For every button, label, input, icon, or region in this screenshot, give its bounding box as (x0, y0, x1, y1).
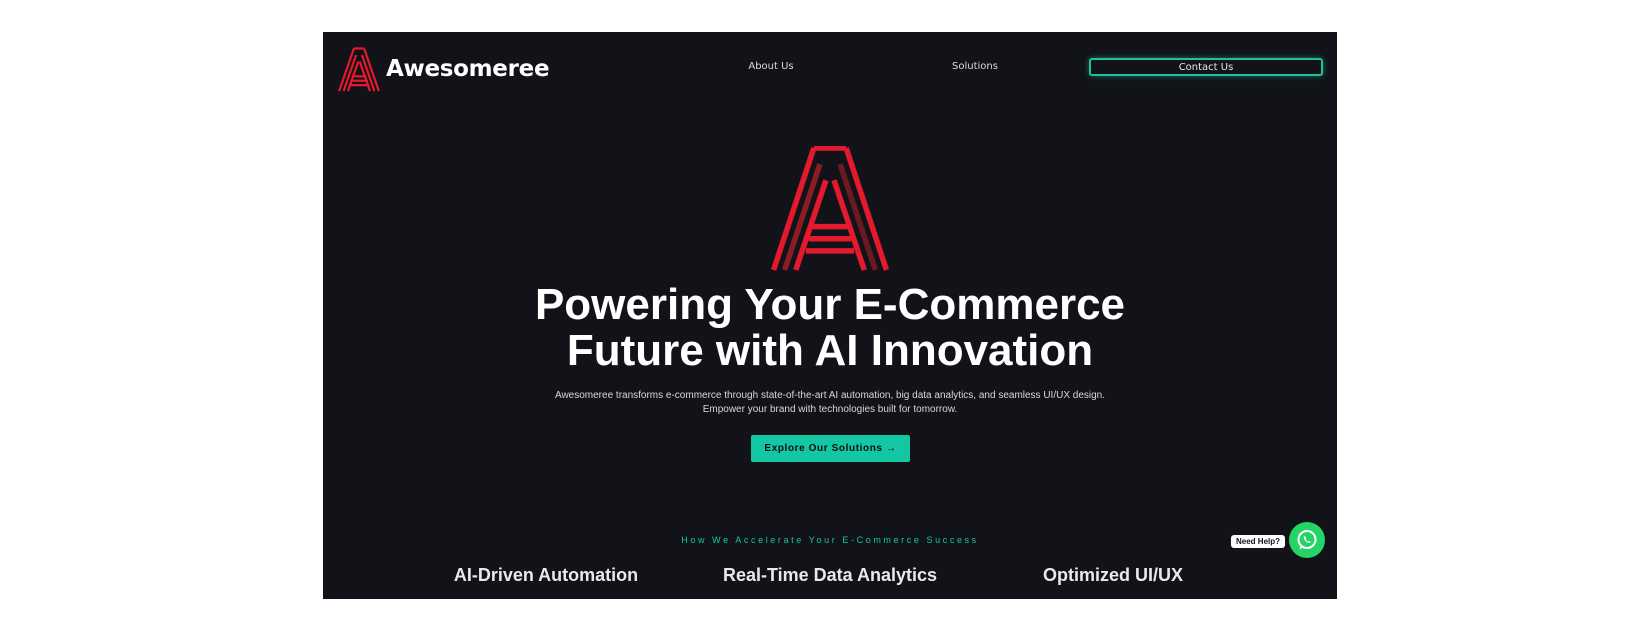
hero-title-line-2: Future with AI Innovation (566, 326, 1094, 375)
brand-name: Awesomeree (386, 56, 550, 82)
need-help-label[interactable]: Need Help? (1231, 535, 1286, 548)
feature-title-ui-ux: Optimized UI/UX (1042, 565, 1184, 585)
nav-about-us[interactable]: About Us (748, 61, 793, 72)
whatsapp-button[interactable] (1289, 522, 1325, 558)
hero-title-line-1: Powering Your E-Commerce (534, 280, 1126, 329)
hero-subtitle-line-2: Empower your brand with technologies bui… (702, 404, 958, 415)
nav-solutions[interactable]: Solutions (952, 61, 998, 72)
awesomeree-hero-logo-icon (770, 146, 890, 271)
hero-title: Powering Your E-Commerce Future with AI … (323, 282, 1337, 374)
brand[interactable]: Awesomeree (337, 46, 550, 92)
hero-subtitle-line-1: Awesomeree transforms e-commerce through… (554, 390, 1106, 401)
feature-title-ai-automation: AI-Driven Automation (453, 565, 639, 585)
explore-solutions-button[interactable]: Explore Our Solutions → (751, 435, 910, 462)
page-frame: Awesomeree About Us Solutions Contact Us… (323, 32, 1337, 599)
section-tagline: How We Accelerate Your E-Commerce Succes… (681, 535, 979, 545)
whatsapp-icon (1297, 530, 1317, 550)
contact-us-button[interactable]: Contact Us (1089, 58, 1323, 76)
awesomeree-logo-icon (338, 47, 380, 92)
hero-subtitle: Awesomeree transforms e-commerce through… (323, 389, 1337, 417)
feature-title-data-analytics: Real-Time Data Analytics (722, 565, 938, 585)
